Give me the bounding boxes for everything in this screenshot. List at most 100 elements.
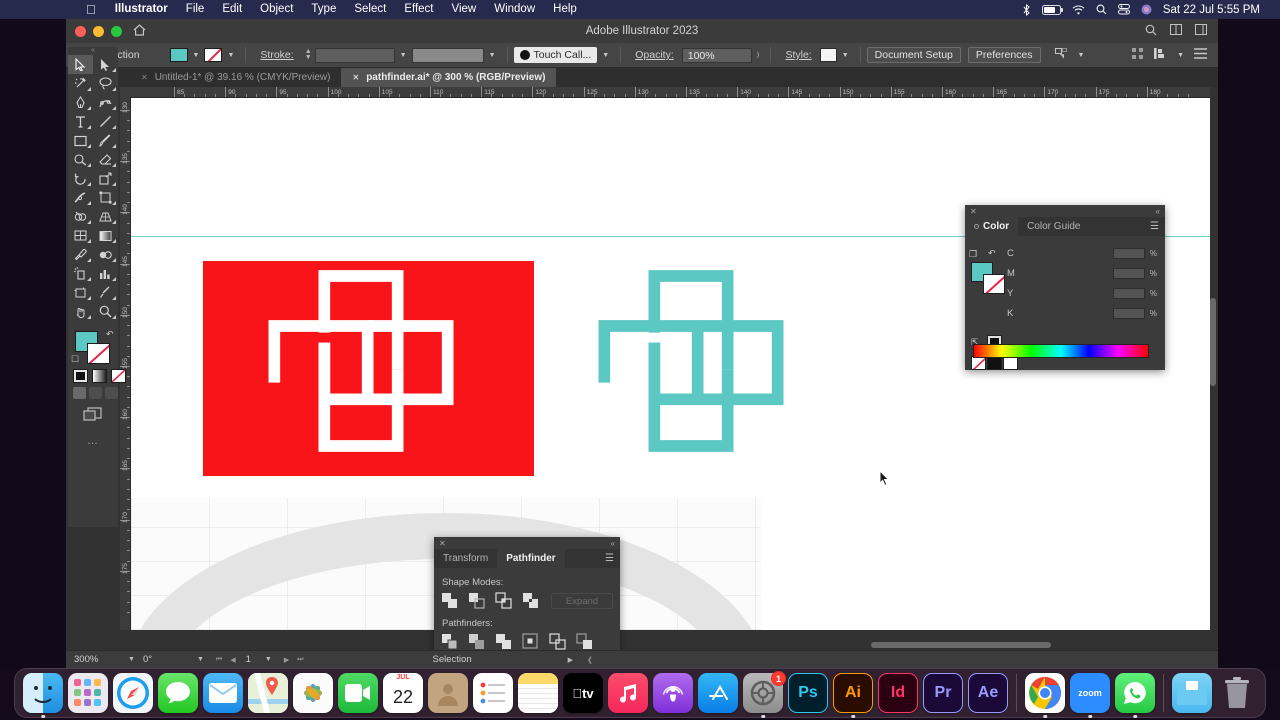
document-tab-pathfinder[interactable]: ✕ pathfinder.ai* @ 300 % (RGB/Preview) (341, 68, 557, 87)
channel-slider-m[interactable] (1021, 270, 1113, 277)
wifi-icon[interactable] (1072, 4, 1085, 15)
eyedropper-tool[interactable] (68, 245, 93, 264)
stroke-dropdown-chevron-icon[interactable]: ▼ (222, 52, 239, 59)
white-interlock-artwork[interactable] (261, 256, 461, 456)
zoom-tool[interactable] (93, 302, 118, 321)
brush-definition-select[interactable]: Touch Call... (513, 47, 598, 63)
artboard-chevron-icon[interactable]: ▼ (257, 656, 280, 663)
dock-item-trash[interactable] (1217, 673, 1257, 713)
gradient-icon[interactable] (92, 369, 107, 383)
black-fill-swatch[interactable] (987, 356, 1002, 370)
dock-item-facetime[interactable] (338, 673, 378, 713)
expand-button[interactable]: Expand (551, 592, 613, 609)
menu-item-view[interactable]: View (443, 0, 486, 19)
stroke-profile-preview[interactable] (411, 47, 484, 63)
options-icon[interactable] (1189, 48, 1212, 62)
symbol-sprayer-tool[interactable] (68, 264, 93, 283)
dock-item-safari[interactable] (113, 673, 153, 713)
menu-app-name[interactable]: Illustrator (106, 0, 177, 19)
opacity-input[interactable]: 100% (681, 47, 752, 63)
dock-item-contacts[interactable] (428, 673, 468, 713)
shape-builder-tool[interactable] (68, 207, 93, 226)
tab-color[interactable]: Color (965, 217, 1019, 236)
color-stroke-swatch[interactable] (983, 274, 1005, 294)
dock-item-notes[interactable] (518, 673, 558, 713)
opacity-label[interactable]: Opacity: (627, 49, 682, 61)
stroke-weight-label[interactable]: Stroke: (252, 49, 301, 61)
collapse-icon[interactable]: « (1156, 207, 1160, 216)
trim-icon[interactable] (468, 633, 485, 650)
brush-chevron-icon[interactable]: ▼ (597, 52, 614, 59)
channel-slider-k[interactable] (1021, 310, 1113, 317)
slice-tool[interactable] (93, 283, 118, 302)
channel-input-k[interactable] (1113, 308, 1145, 319)
none-icon[interactable] (111, 369, 126, 383)
edit-toolbar-icon[interactable]: … (68, 435, 118, 447)
menu-item-effect[interactable]: Effect (395, 0, 442, 19)
artboard-tool[interactable] (68, 283, 93, 302)
menu-item-help[interactable]: Help (544, 0, 586, 19)
preferences-button[interactable]: Preferences (967, 47, 1041, 63)
close-icon[interactable]: ✕ (352, 73, 359, 82)
horizontal-ruler[interactable]: 85 90 95 100 105 110 115 120 125 130 135 140 145 150 1… (130, 87, 1210, 98)
fill-stroke-group-icon[interactable]: ❐ (969, 249, 977, 260)
minus-back-icon[interactable] (576, 633, 593, 650)
rectangle-tool[interactable] (68, 131, 93, 150)
dock-item-premiere[interactable]: Pr (923, 673, 963, 713)
direct-selection-tool[interactable] (93, 55, 118, 74)
none-swatch[interactable] (971, 356, 986, 370)
dock-item-whatsapp[interactable] (1115, 673, 1155, 718)
swap-fill-stroke-icon[interactable]: ↶ (106, 329, 114, 340)
shaper-tool[interactable] (68, 150, 93, 169)
stroke-weight-input[interactable] (314, 47, 395, 63)
menu-item-object[interactable]: Object (251, 0, 302, 19)
search-icon[interactable] (1096, 4, 1107, 15)
select-similar-icon[interactable] (1050, 48, 1073, 62)
rotation-input[interactable]: 0° (143, 654, 189, 665)
mesh-tool[interactable] (68, 226, 93, 245)
tab-color-guide[interactable]: Color Guide (1018, 217, 1089, 236)
color-icon[interactable] (73, 369, 88, 383)
zoom-chevron-icon[interactable]: ▼ (120, 656, 143, 663)
tab-pathfinder[interactable]: Pathfinder (497, 549, 565, 568)
scale-tool[interactable] (93, 169, 118, 188)
swap-fill-stroke-icon[interactable]: ↶ (988, 248, 996, 259)
menu-item-window[interactable]: Window (485, 0, 544, 19)
tool-status-label[interactable]: Selection (433, 654, 472, 665)
channel-slider-y[interactable] (1021, 290, 1113, 297)
channel-slider-c[interactable] (1021, 250, 1113, 257)
close-icon[interactable]: ✕ (141, 73, 148, 82)
dock-item-calendar[interactable]: JUL 22 (383, 673, 423, 713)
menu-item-select[interactable]: Select (345, 0, 395, 19)
battery-charging-icon[interactable] (1041, 4, 1063, 15)
control-center-icon[interactable] (1117, 4, 1130, 15)
width-tool[interactable] (68, 188, 93, 207)
dock-item-mail[interactable] (203, 673, 243, 713)
apple-menu-icon[interactable]:  (76, 0, 106, 19)
dock-item-chrome[interactable] (1025, 673, 1065, 718)
toolbar-stroke-swatch[interactable] (87, 343, 110, 364)
paintbrush-tool[interactable] (93, 131, 118, 150)
selection-tool[interactable] (68, 55, 93, 74)
dock-item-photos[interactable] (293, 673, 333, 713)
minus-front-icon[interactable] (468, 592, 485, 609)
crop-icon[interactable] (522, 633, 539, 650)
intersect-icon[interactable] (495, 592, 512, 609)
tools-panel-grip[interactable]: « (68, 47, 118, 55)
draw-inside-icon[interactable] (105, 387, 118, 399)
dock-item-aftereffects[interactable]: Ae (968, 673, 1008, 713)
blend-tool[interactable] (93, 245, 118, 264)
dock-item-appletv[interactable]:  tv (563, 673, 603, 713)
vertical-ruler[interactable]: 130 135 140 145 150 155 160 165 170 175 (120, 98, 131, 630)
dock-item-podcasts[interactable] (653, 673, 693, 713)
perspective-grid-tool[interactable] (93, 207, 118, 226)
menu-item-type[interactable]: Type (302, 0, 345, 19)
panel-menu-icon[interactable]: ☰ (605, 549, 620, 568)
white-fill-swatch[interactable] (1003, 356, 1018, 370)
teal-interlock-artwork[interactable] (591, 256, 791, 456)
tab-transform[interactable]: Transform (434, 549, 497, 568)
close-icon[interactable]: ✕ (439, 539, 446, 548)
close-icon[interactable]: ✕ (970, 207, 977, 216)
bluetooth-icon[interactable] (1023, 3, 1031, 16)
distribute-chevron-icon[interactable]: ▼ (1172, 52, 1189, 59)
